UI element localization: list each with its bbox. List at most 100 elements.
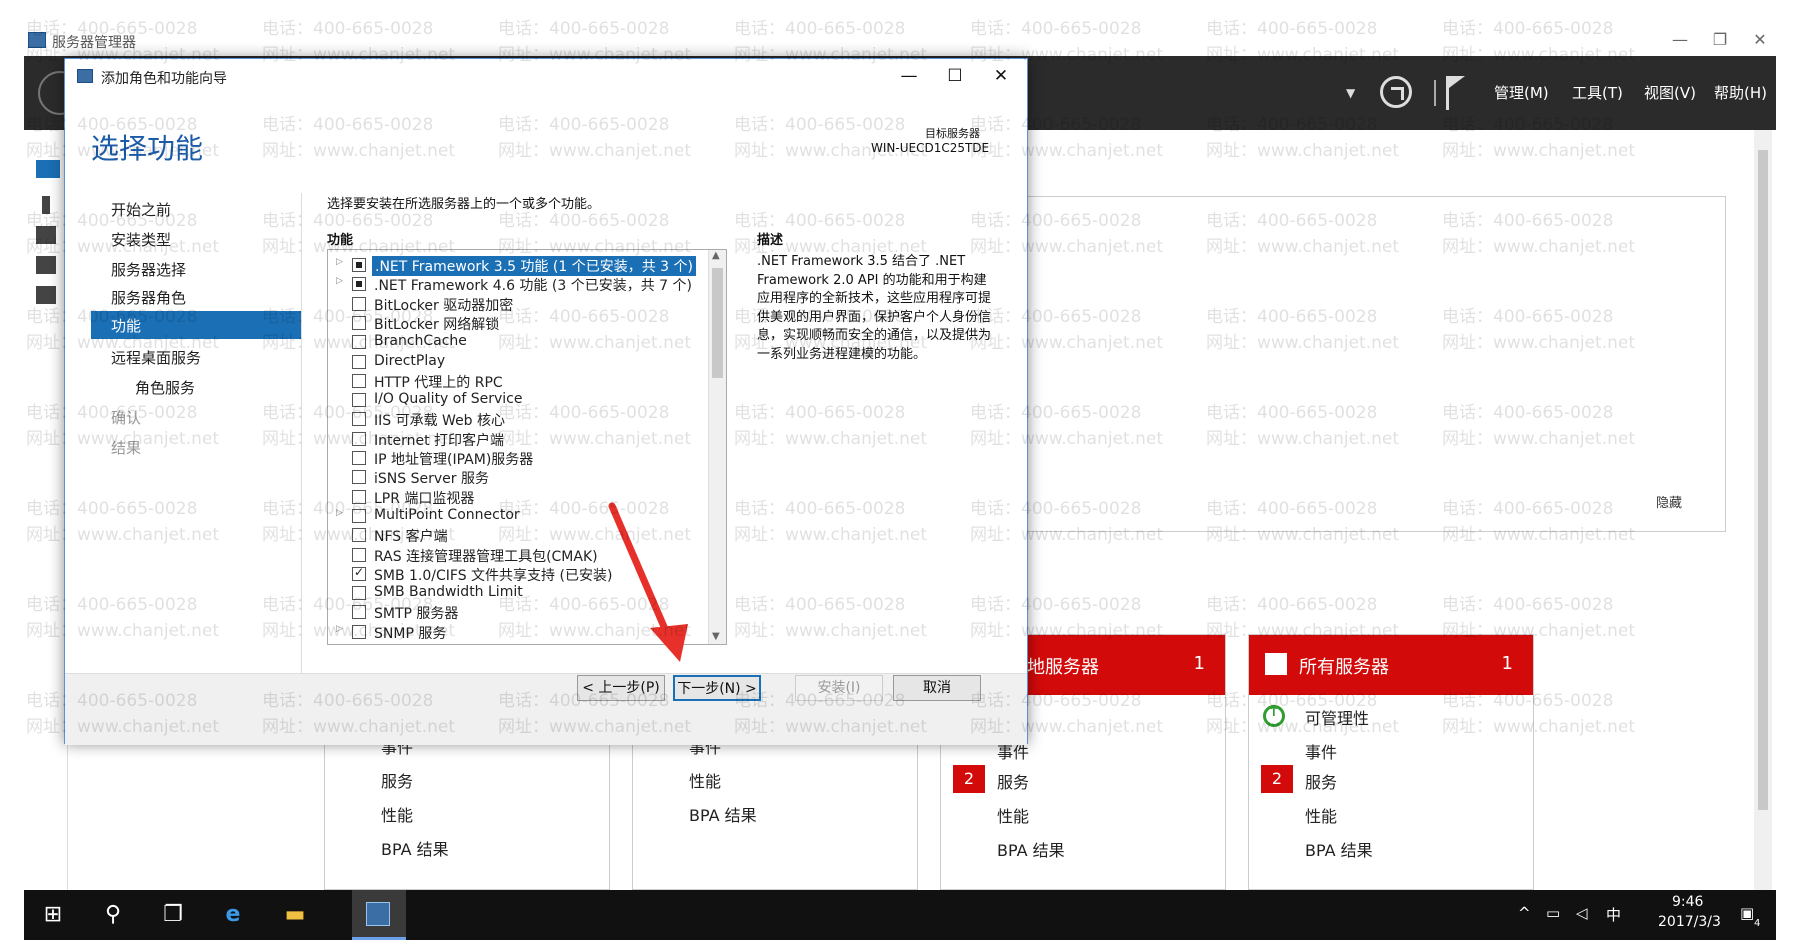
scroll-thumb[interactable]: [712, 268, 723, 378]
feature-checkbox[interactable]: [352, 508, 366, 523]
local-server-icon[interactable]: [42, 196, 50, 214]
feature-label[interactable]: DirectPlay: [374, 353, 445, 369]
feature-checkbox[interactable]: [352, 489, 366, 504]
tile-row[interactable]: 事件: [1305, 739, 1337, 763]
feature-checkbox[interactable]: [352, 393, 366, 408]
feature-label[interactable]: SMTP 服务器: [374, 603, 458, 623]
feature-checkbox[interactable]: [352, 565, 366, 581]
feature-checkbox[interactable]: [352, 586, 366, 601]
feature-item[interactable]: DirectPlay: [328, 353, 708, 372]
menu-help[interactable]: 帮助(H): [1714, 82, 1767, 103]
feature-label[interactable]: NFS 客户端: [374, 526, 448, 546]
task-view-icon[interactable]: ❐: [158, 900, 188, 930]
tile-row[interactable]: 性能: [997, 803, 1029, 827]
tile-row[interactable]: 可管理性: [1305, 705, 1369, 729]
feature-checkbox[interactable]: [352, 373, 366, 388]
feature-checkbox[interactable]: [352, 431, 366, 446]
action-center-icon[interactable]: ▣: [1740, 904, 1754, 922]
feature-label[interactable]: BitLocker 网络解锁: [374, 314, 499, 334]
restore-icon[interactable]: ❐: [1700, 28, 1740, 52]
tile-row[interactable]: 服务: [997, 769, 1029, 793]
clock-date[interactable]: 2017/3/3: [1658, 914, 1721, 930]
next-button[interactable]: 下一步(N) >: [673, 675, 761, 701]
expand-icon[interactable]: ▷: [336, 508, 343, 518]
cancel-button[interactable]: 取消: [893, 675, 981, 701]
feature-item[interactable]: HTTP 代理上的 RPC: [328, 372, 708, 391]
feature-label[interactable]: iSNS Server 服务: [374, 468, 489, 488]
menu-manage[interactable]: 管理(M): [1494, 82, 1549, 103]
close-icon[interactable]: ✕: [1740, 28, 1780, 52]
tile-row[interactable]: BPA 结果: [997, 837, 1065, 861]
taskbar-server-manager[interactable]: [352, 890, 406, 940]
scroll-up-icon[interactable]: ▲: [712, 250, 720, 261]
feature-item[interactable]: I/O Quality of Service: [328, 391, 708, 410]
step-server-selection[interactable]: 服务器选择: [111, 259, 186, 280]
volume-muted-icon[interactable]: ◁: [1576, 904, 1588, 922]
step-role-services[interactable]: 角色服务: [135, 377, 195, 398]
feature-item[interactable]: ▷ .NET Framework 3.5 功能 (1 个已安装，共 3 个): [328, 256, 708, 276]
feature-label[interactable]: SMB 1.0/CIFS 文件共享支持 (已安装): [374, 565, 612, 585]
feature-label[interactable]: I/O Quality of Service: [374, 391, 522, 407]
feature-label[interactable]: RAS 连接管理器管理工具包(CMAK): [374, 546, 598, 566]
dashboard-icon[interactable]: [36, 160, 60, 178]
tile-row[interactable]: BPA 结果: [381, 836, 449, 860]
minimize-icon[interactable]: —: [887, 63, 931, 89]
step-installation-type[interactable]: 安装类型: [111, 229, 171, 250]
feature-item[interactable]: IIS 可承载 Web 核心: [328, 410, 708, 429]
feature-item[interactable]: iSNS Server 服务: [328, 468, 708, 487]
chevron-up-icon[interactable]: ^: [1518, 904, 1531, 922]
windows-start-icon[interactable]: ⊞: [38, 900, 68, 930]
feature-checkbox[interactable]: [352, 605, 366, 620]
tile-row[interactable]: 性能: [689, 768, 721, 792]
feature-checkbox[interactable]: [352, 335, 366, 350]
file-explorer-icon[interactable]: ▬: [280, 900, 310, 930]
feature-item[interactable]: BitLocker 驱动器加密: [328, 295, 708, 314]
tile-row[interactable]: 服务: [381, 768, 413, 792]
main-scrollbar[interactable]: [1754, 130, 1772, 890]
previous-button[interactable]: < 上一步(P): [577, 675, 665, 701]
feature-label[interactable]: SMB Bandwidth Limit: [374, 584, 523, 600]
feature-checkbox[interactable]: [352, 547, 366, 562]
tile-row[interactable]: BPA 结果: [1305, 837, 1373, 861]
internet-explorer-icon[interactable]: e: [218, 900, 248, 930]
step-before-you-begin[interactable]: 开始之前: [111, 199, 171, 220]
feature-label[interactable]: LPR 端口监视器: [374, 488, 474, 508]
feature-checkbox[interactable]: [352, 451, 366, 465]
feature-label[interactable]: BitLocker 驱动器加密: [374, 295, 513, 315]
notification-flag-icon[interactable]: [1444, 76, 1466, 110]
network-icon[interactable]: ▭: [1546, 904, 1560, 922]
chevron-down-icon[interactable]: ▼: [1346, 86, 1355, 100]
tile-all-servers[interactable]: 所有服务器 1 可管理性 事件 2 服务 性能 BPA 结果: [1248, 634, 1534, 890]
tile-row[interactable]: 服务: [1305, 769, 1337, 793]
menu-view[interactable]: 视图(V): [1644, 82, 1696, 103]
feature-checkbox[interactable]: [352, 354, 366, 369]
step-server-roles[interactable]: 服务器角色: [111, 287, 186, 308]
feature-checkbox[interactable]: [352, 528, 366, 543]
feature-label[interactable]: MultiPoint Connector: [374, 507, 520, 523]
clock-time[interactable]: 9:46: [1672, 894, 1703, 910]
feature-label[interactable]: IP 地址管理(IPAM)服务器: [374, 449, 533, 469]
step-features[interactable]: 功能: [91, 311, 301, 339]
feature-checkbox[interactable]: [352, 470, 366, 485]
scroll-down-icon[interactable]: ▼: [712, 631, 720, 642]
feature-label[interactable]: IIS 可承载 Web 核心: [374, 410, 505, 430]
minimize-icon[interactable]: —: [1660, 28, 1700, 52]
feature-item[interactable]: BranchCache: [328, 333, 708, 352]
feature-item[interactable]: BitLocker 网络解锁: [328, 314, 708, 333]
features-scrollbar[interactable]: ▲ ▼: [708, 250, 726, 644]
feature-label[interactable]: HTTP 代理上的 RPC: [374, 372, 503, 392]
refresh-icon[interactable]: [1380, 76, 1412, 108]
feature-item[interactable]: Internet 打印客户端: [328, 430, 708, 449]
tile-header[interactable]: 所有服务器 1: [1249, 635, 1533, 695]
feature-label[interactable]: .NET Framework 3.5 功能 (1 个已安装，共 3 个): [372, 256, 696, 276]
hide-link[interactable]: 隐藏: [1656, 492, 1682, 511]
feature-checkbox[interactable]: [352, 315, 366, 330]
search-icon[interactable]: ⚲: [98, 900, 128, 930]
maximize-icon[interactable]: ☐: [933, 63, 977, 89]
feature-checkbox[interactable]: [352, 277, 366, 292]
feature-label[interactable]: Internet 打印客户端: [374, 430, 504, 450]
feature-checkbox[interactable]: [352, 296, 366, 311]
tile-row[interactable]: BPA 结果: [689, 802, 757, 826]
menu-tools[interactable]: 工具(T): [1572, 82, 1623, 103]
expand-icon[interactable]: ▷: [336, 624, 343, 634]
